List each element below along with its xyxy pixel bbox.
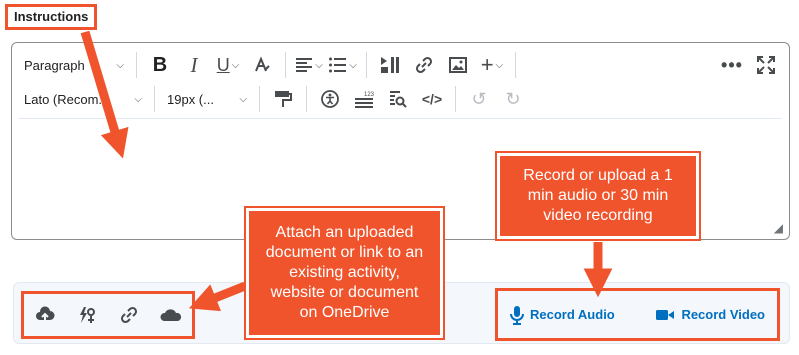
arrow-to-attach <box>188 281 247 312</box>
callout-line: Attach an uploaded <box>275 224 414 241</box>
callout-line: video recording <box>543 207 653 224</box>
attach-callout-text: Attach an uploaded document or link to a… <box>266 223 423 323</box>
arrow-to-editor <box>80 30 129 159</box>
attach-callout: Attach an uploaded document or link to a… <box>244 206 445 340</box>
callout-line: Record or upload a 1 <box>523 167 673 184</box>
callout-line: min audio or 30 min <box>527 187 669 204</box>
record-callout: Record or upload a 1 min audio or 30 min… <box>495 151 701 241</box>
callout-line: existing activity, <box>289 264 400 281</box>
callout-line: website or document <box>270 284 419 301</box>
record-callout-text: Record or upload a 1 min audio or 30 min… <box>523 166 672 226</box>
callout-line: document or link to an <box>265 244 424 261</box>
callout-line: on OneDrive <box>299 304 390 321</box>
